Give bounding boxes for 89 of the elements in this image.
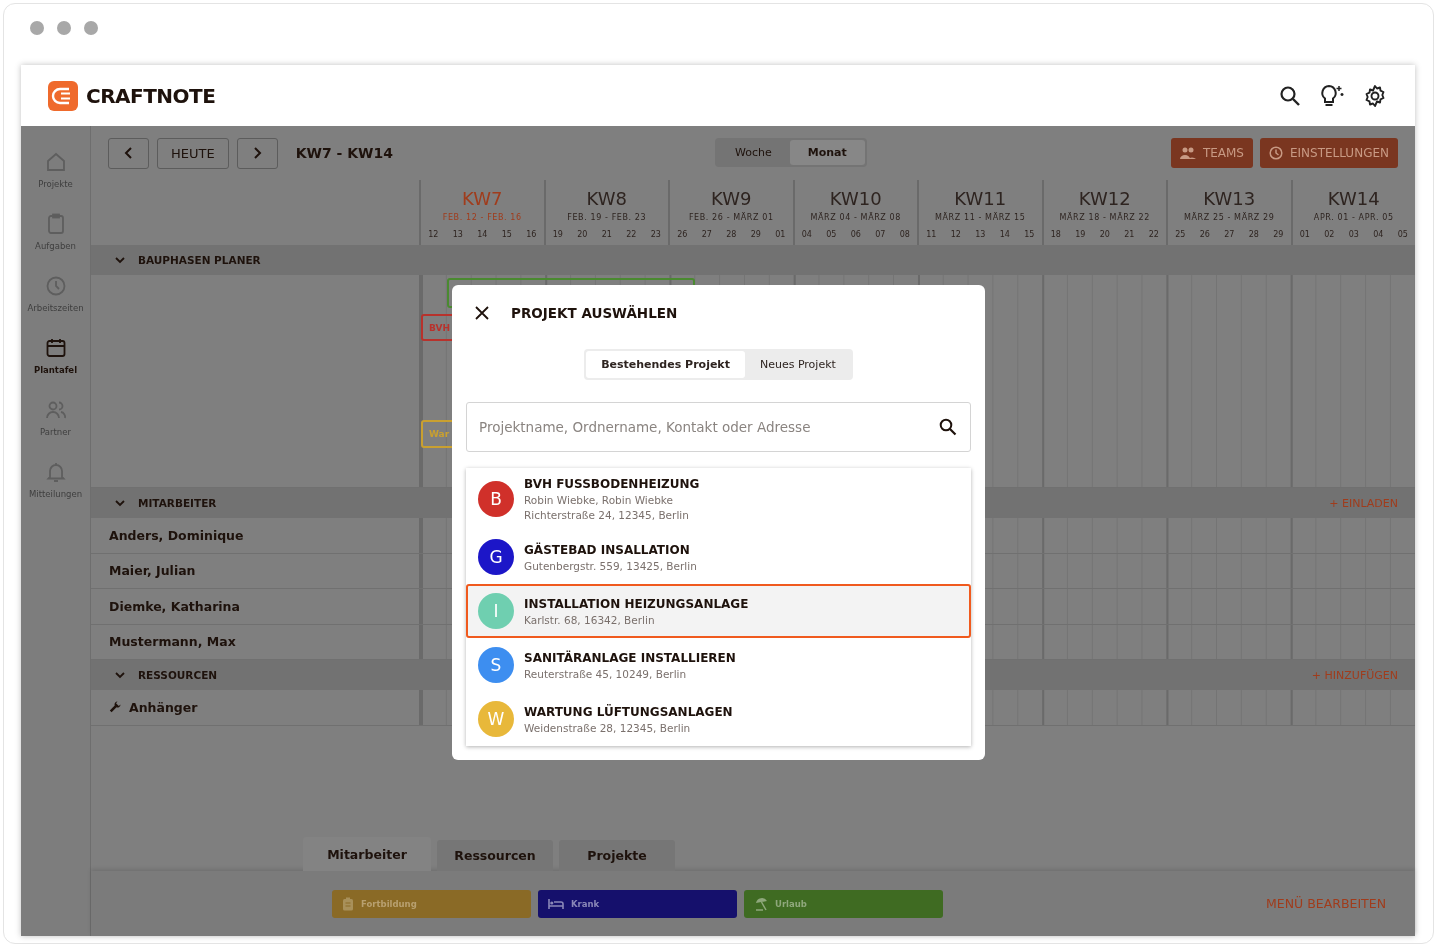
project-detail: Richterstraße 24, 12345, Berlin	[524, 509, 690, 521]
day-number: 26	[677, 230, 688, 239]
week-title: KW13	[1203, 188, 1256, 210]
week-dates: APR. 01 - APR. 05	[1313, 213, 1394, 222]
resource-name: Diemke, Katharina	[109, 598, 240, 614]
sidebar-label: Projekte	[38, 179, 73, 189]
week-dates: FEB. 19 - FEB. 23	[567, 213, 647, 222]
project-title: INSTALLATION HEIZUNGSANLAGE	[524, 596, 749, 611]
day-number: 11	[926, 230, 937, 239]
day-number: 29	[1273, 230, 1284, 239]
day-number: 14	[477, 230, 488, 239]
week-title: KW12	[1078, 188, 1131, 210]
week-dates: FEB. 12 - FEB. 16	[442, 213, 522, 222]
resource-name: Anhänger	[129, 699, 198, 715]
project-title: WARTUNG LÜFTUNGSANLAGEN	[524, 704, 733, 719]
week-title: KW11	[954, 188, 1007, 210]
project-title: BVH FUSSBODENHEIZUNG	[524, 477, 700, 491]
day-number: 03	[1348, 230, 1359, 239]
week-dates: MÄRZ 04 - MÄRZ 08	[810, 213, 901, 222]
day-number: 13	[975, 230, 986, 239]
day-number: 21	[1124, 230, 1135, 239]
project-detail: Reuterstraße 45, 10249, Berlin	[524, 667, 688, 680]
project-detail: Karlstr. 68, 16342, Berlin	[524, 613, 656, 626]
day-number: 12	[428, 230, 439, 239]
week-title: KW10	[829, 188, 882, 210]
day-number: 22	[626, 230, 637, 239]
week-dates: MÄRZ 11 - MÄRZ 15	[935, 213, 1026, 222]
dialog-title: PROJEKT AUSWÄHLEN	[511, 305, 678, 321]
brand-name: CRAFTNOTE	[86, 83, 216, 108]
day-number: 28	[1248, 230, 1259, 239]
project-detail: Gutenbergstr. 559, 13425, Berlin	[524, 559, 697, 572]
day-number: 01	[1299, 230, 1310, 239]
project-title: SANITÄRANLAGE INSTALLIEREN	[524, 650, 736, 665]
day-number: 20	[577, 230, 588, 239]
resource-name: Maier, Julian	[109, 563, 196, 579]
sidebar-label: Partner	[40, 427, 71, 437]
day-number: 14	[999, 230, 1010, 239]
day-number: 22	[1148, 230, 1159, 239]
week-dates: FEB. 26 - MÄRZ 01	[688, 213, 774, 222]
week-title: KW8	[586, 188, 627, 210]
day-number: 19	[1075, 230, 1086, 239]
project-avatar: S	[478, 647, 514, 683]
section-title: BAUPHASEN PLANER	[138, 254, 261, 266]
day-number: 08	[899, 230, 910, 239]
day-number: 05	[826, 230, 837, 239]
project-detail: Weidenstraße 28, 12345, Berlin	[524, 721, 692, 734]
day-number: 16	[526, 230, 537, 239]
day-number: 07	[875, 230, 886, 239]
week-title: KW9	[711, 188, 752, 210]
sidebar-label: Plantafel	[33, 365, 78, 375]
day-number: 05	[1397, 230, 1408, 239]
week-title: KW7	[462, 188, 503, 210]
resource-name: Mustermann, Max	[109, 634, 236, 650]
week-title: KW14	[1327, 188, 1380, 210]
day-number: 20	[1099, 230, 1110, 239]
project-avatar: I	[478, 593, 514, 629]
day-number: 27	[701, 230, 712, 239]
day-number: 12	[950, 230, 961, 239]
day-number: 21	[601, 230, 612, 239]
day-number: 18	[1050, 230, 1061, 239]
day-number: 13	[452, 230, 463, 239]
day-number: 26	[1199, 230, 1210, 239]
project-avatar: B	[478, 481, 514, 517]
sidebar-label: Mitteilungen	[28, 489, 83, 499]
day-number: 04	[801, 230, 812, 239]
section-title: RESSOURCEN	[138, 669, 218, 681]
week-range: KW7 - KW14	[295, 145, 394, 161]
day-number: 04	[1373, 230, 1384, 239]
project-detail: Robin Wiebke, Robin Wiebke	[524, 494, 675, 506]
day-number: 15	[501, 230, 512, 239]
week-dates: MÄRZ 18 - MÄRZ 22	[1059, 213, 1150, 222]
project-avatar: G	[478, 539, 514, 575]
sidebar-label: Aufgaben	[35, 241, 76, 251]
day-number: 06	[850, 230, 861, 239]
day-number: 02	[1324, 230, 1335, 239]
day-number: 29	[750, 230, 761, 239]
day-number: 28	[726, 230, 737, 239]
day-number: 15	[1024, 230, 1035, 239]
day-number: 19	[552, 230, 563, 239]
project-title: GÄSTEBAD INSALLATION	[524, 542, 691, 557]
project-avatar: W	[478, 701, 514, 737]
day-number: 25	[1175, 230, 1186, 239]
sidebar-label: Arbeitszeiten	[27, 303, 84, 313]
section-title: MITARBEITER	[138, 497, 217, 509]
day-number: 23	[650, 230, 661, 239]
day-number: 27	[1224, 230, 1235, 239]
resource-name: Anders, Dominique	[109, 527, 244, 543]
week-dates: MÄRZ 25 - MÄRZ 29	[1184, 213, 1275, 222]
day-number: 01	[775, 230, 786, 239]
